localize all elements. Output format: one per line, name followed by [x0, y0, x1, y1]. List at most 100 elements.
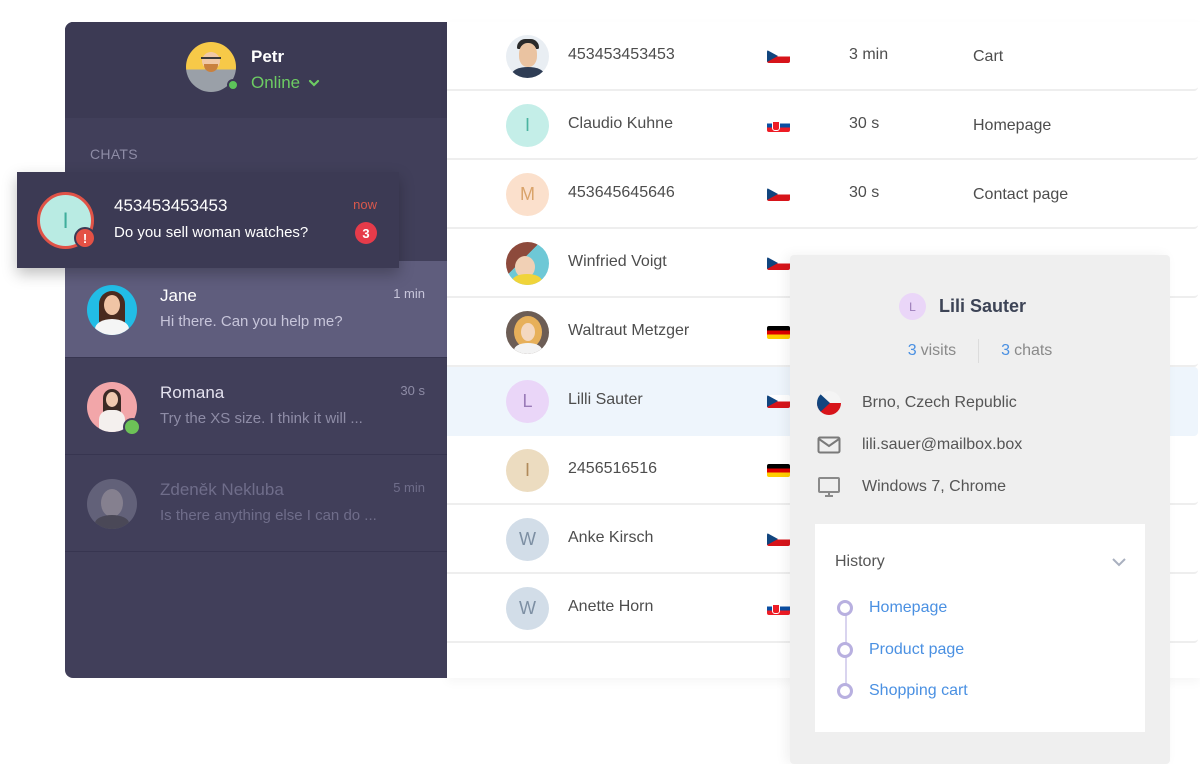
monitor-icon [817, 475, 841, 499]
visitor-name: Claudio Kuhne [568, 115, 673, 132]
chats-section-label: CHATS [90, 146, 138, 162]
current-page: Homepage [973, 117, 1052, 134]
chat-name: Zdeněk Nekluba [160, 480, 284, 499]
flag-cz-icon [767, 188, 790, 201]
visit-duration: 30 s [849, 115, 880, 132]
chat-list-item[interactable]: Jane Hi there. Can you help me? 1 min [65, 261, 447, 358]
visitor-row[interactable]: I Claudio Kuhne 30 s Homepage [447, 91, 1198, 160]
history-title: History [835, 553, 885, 570]
visitor-name: Winfried Voigt [568, 253, 667, 270]
avatar: I [506, 449, 549, 492]
history-link[interactable]: Product page [869, 641, 964, 659]
operator-name: Petr [251, 47, 285, 66]
flag-cz-icon [767, 257, 790, 270]
avatar [87, 285, 137, 335]
avatar: I [506, 104, 549, 147]
visitor-row[interactable]: M 453645645646 30 s Contact page [447, 160, 1198, 229]
flag-de-icon [767, 326, 790, 339]
notification-title: 453453453453 [114, 196, 228, 215]
avatar-letter: I [62, 207, 69, 233]
visits-label: visits [920, 342, 957, 359]
system-row: Windows 7, Chrome [817, 475, 1147, 499]
system-text: Windows 7, Chrome [862, 478, 1007, 495]
chat-time: 1 min [393, 286, 425, 301]
notification-message: Do you sell woman watches? [114, 224, 309, 241]
status-dropdown[interactable]: Online [251, 73, 320, 93]
avatar: M [506, 173, 549, 216]
avatar: L [506, 380, 549, 423]
unread-count-badge: 3 [355, 222, 377, 244]
chats-stat[interactable]: 3 chats [1001, 342, 1052, 360]
visitor-name: Lilli Sauter [568, 391, 643, 408]
flag-sk-icon [767, 119, 790, 132]
email-text[interactable]: lili.sauer@mailbox.box [862, 436, 1022, 454]
visitor-name: Waltraut Metzger [568, 322, 690, 339]
chat-last-message: Is there anything else I can do ... [160, 507, 377, 524]
chat-name: Jane [160, 286, 197, 305]
visitor-avatar: L [899, 293, 926, 320]
visitor-detail-panel: L Lili Sauter 3 visits 3 chats Brno, Czech… [790, 255, 1170, 764]
chat-sidebar: Petr Online CHATS Jane Hi there. Can you… [65, 22, 447, 678]
history-item[interactable]: Product page [837, 641, 964, 659]
visits-count: 3 [907, 342, 917, 359]
chat-time: 5 min [393, 480, 425, 495]
chat-name: Romana [160, 383, 225, 402]
current-page: Contact page [973, 186, 1069, 203]
visitor-name: 453453453453 [568, 46, 675, 63]
timeline-dot [837, 600, 853, 616]
email-row: lili.sauer@mailbox.box [817, 433, 1147, 457]
new-chat-notification[interactable]: I ! 453453453453 Do you sell woman watch… [17, 172, 399, 268]
visitor-row[interactable]: 453453453453 3 min Cart [447, 22, 1198, 91]
history-item[interactable]: Homepage [837, 599, 947, 617]
avatar [506, 311, 549, 354]
notification-time: now [353, 197, 377, 212]
avatar: W [506, 518, 549, 561]
alert-icon: ! [74, 227, 96, 249]
flag-de-icon [767, 464, 790, 477]
visitor-name: Lili Sauter [939, 296, 1027, 316]
visit-duration: 30 s [849, 184, 880, 201]
history-link[interactable]: Homepage [869, 599, 947, 617]
avatar-glasses [201, 57, 221, 61]
chat-last-message: Hi there. Can you help me? [160, 313, 343, 330]
chat-list-item[interactable]: Romana Try the XS size. I think it will … [65, 358, 447, 455]
visit-duration: 3 min [849, 46, 889, 63]
flag-cz-icon [767, 395, 790, 408]
chats-label: chats [1014, 342, 1053, 359]
visitor-name: Anette Horn [568, 598, 654, 615]
history-link[interactable]: Shopping cart [869, 682, 968, 700]
timeline-dot [837, 642, 853, 658]
visitor-name: Anke Kirsch [568, 529, 654, 546]
flag-cz-icon [767, 533, 790, 546]
operator-header: Petr Online [65, 22, 447, 118]
timeline-dot [837, 683, 853, 699]
avatar: W [506, 587, 549, 630]
visitor-name: 453645645646 [568, 184, 675, 201]
avatar [87, 479, 137, 529]
chat-list-item[interactable]: Zdeněk Nekluba Is there anything else I … [65, 455, 447, 552]
flag-sk-icon [767, 602, 790, 615]
online-status-dot [227, 79, 239, 91]
chats-count: 3 [1001, 342, 1011, 359]
status-label: Online [251, 73, 301, 92]
visitor-stats: 3 visits 3 chats [790, 339, 1170, 363]
history-item[interactable]: Shopping cart [837, 682, 968, 700]
avatar [506, 35, 549, 78]
avatar-beard [204, 64, 218, 72]
location-text: Brno, Czech Republic [862, 394, 1017, 411]
chat-last-message: Try the XS size. I think it will ... [160, 410, 363, 427]
history-card: History Homepage Product page Shopping c… [815, 524, 1145, 732]
operator-avatar[interactable] [186, 42, 239, 92]
flag-cz-icon [767, 50, 790, 63]
message-icon [123, 418, 141, 436]
avatar [506, 242, 549, 285]
mail-icon [817, 433, 841, 457]
chevron-down-icon [309, 79, 320, 87]
location-row: Brno, Czech Republic [817, 391, 1147, 415]
stats-divider [978, 339, 980, 363]
current-page: Cart [973, 48, 1004, 65]
visitor-name: 2456516516 [568, 460, 657, 477]
visits-stat[interactable]: 3 visits [908, 342, 956, 360]
czech-flag-icon [817, 391, 841, 415]
chevron-down-icon[interactable] [1111, 554, 1127, 570]
